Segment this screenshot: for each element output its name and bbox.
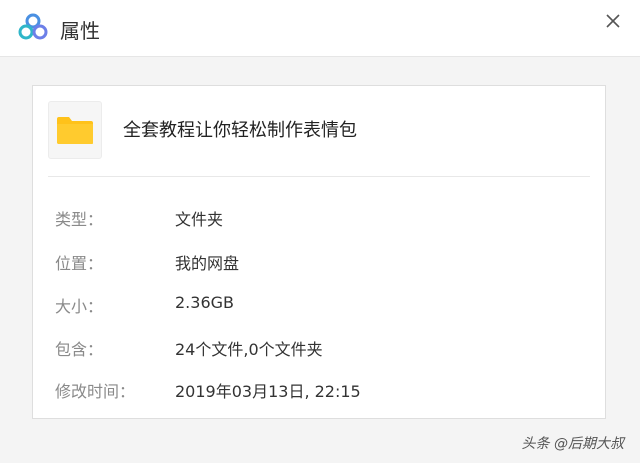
property-row-location: 位置： 我的网盘 bbox=[55, 250, 595, 274]
property-value: 我的网盘 bbox=[175, 254, 240, 273]
file-name: 全套教程让你轻松制作表情包 bbox=[123, 120, 357, 141]
property-value: 2019年03月13日, 22:15 bbox=[175, 382, 361, 401]
close-icon bbox=[606, 14, 620, 28]
property-row-contains: 包含： 24个文件,0个文件夹 bbox=[55, 336, 595, 360]
property-label: 类型： bbox=[55, 210, 104, 229]
property-value: 文件夹 bbox=[175, 210, 224, 229]
property-row-size: 大小： 2.36GB bbox=[55, 293, 595, 317]
property-row-modified: 修改时间： 2019年03月13日, 22:15 bbox=[55, 378, 595, 402]
property-label: 大小： bbox=[55, 297, 104, 316]
divider bbox=[48, 176, 590, 177]
window-title: 属性 bbox=[60, 19, 100, 43]
property-row-type: 类型： 文件夹 bbox=[55, 206, 595, 230]
watermark: 头条 @后期大叔 bbox=[521, 436, 624, 452]
close-button[interactable] bbox=[598, 6, 628, 36]
title-bar: 属性 bbox=[0, 0, 640, 57]
property-label: 包含： bbox=[55, 340, 104, 359]
property-label: 位置： bbox=[55, 254, 104, 273]
properties-panel: 全套教程让你轻松制作表情包 类型： 文件夹 位置： 我的网盘 大小： 2.36G… bbox=[32, 85, 606, 419]
property-label: 修改时间： bbox=[55, 382, 136, 401]
property-value: 2.36GB bbox=[175, 293, 234, 312]
folder-icon bbox=[48, 101, 102, 159]
property-value: 24个文件,0个文件夹 bbox=[175, 340, 323, 359]
baidu-netdisk-logo-icon bbox=[17, 12, 49, 42]
